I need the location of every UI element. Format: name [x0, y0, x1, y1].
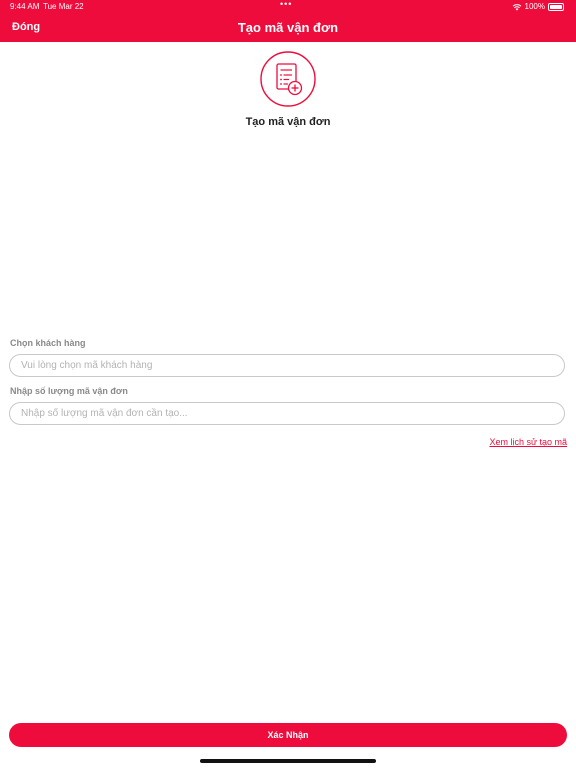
quantity-label: Nhập số lượng mã vận đơn	[10, 386, 128, 396]
history-link[interactable]: Xem lịch sử tạo mã	[489, 437, 567, 447]
status-right: 100%	[512, 2, 564, 11]
customer-label: Chọn khách hàng	[10, 338, 86, 348]
confirm-button[interactable]: Xác Nhận	[9, 723, 567, 747]
quantity-input[interactable]	[9, 402, 565, 425]
document-add-icon	[260, 51, 316, 107]
wifi-icon	[512, 3, 521, 10]
customer-select-input[interactable]	[9, 354, 565, 377]
status-date: Tue Mar 22	[43, 2, 84, 11]
hero-label: Tạo mã vận đơn	[245, 116, 331, 128]
status-time: 9:44 AM	[10, 2, 40, 11]
page-title: Tạo mã vận đơn	[237, 20, 339, 35]
battery-percent: 100%	[524, 2, 545, 11]
nav-header: 9:44 AM Tue Mar 22 ••• 100% Đóng Tạo mã …	[0, 0, 576, 42]
multitask-dots[interactable]: •••	[280, 0, 292, 9]
home-indicator	[200, 759, 376, 763]
battery-icon	[548, 2, 564, 11]
